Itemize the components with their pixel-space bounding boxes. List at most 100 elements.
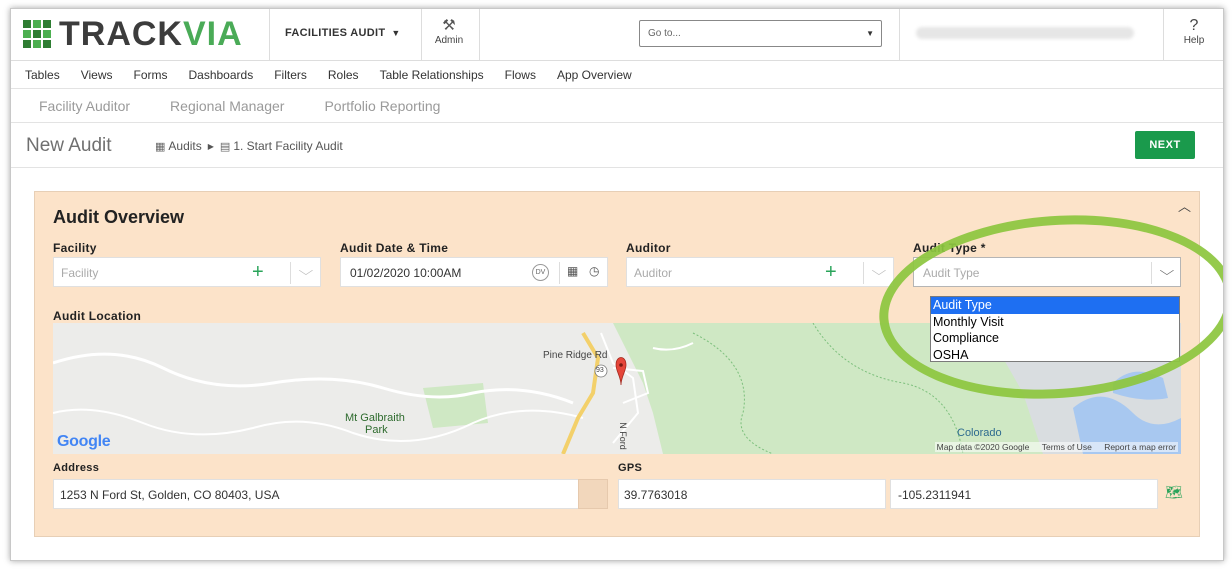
option-compliance[interactable]: Compliance xyxy=(931,330,1179,347)
nav-app-overview[interactable]: App Overview xyxy=(557,68,632,82)
admin-nav: Tables Views Forms Dashboards Filters Ro… xyxy=(11,62,1223,89)
nav-tables[interactable]: Tables xyxy=(25,68,60,82)
divider xyxy=(863,262,864,284)
divider xyxy=(1163,9,1164,61)
audit-date-value: 01/02/2020 10:00AM xyxy=(350,266,462,280)
map-label: Park xyxy=(365,424,388,436)
audit-type-dropdown: Audit Type Monthly Visit Compliance OSHA xyxy=(930,296,1180,362)
gps-lat-input[interactable]: 39.7763018 xyxy=(618,479,886,509)
gps-lng-value: -105.2311941 xyxy=(898,488,972,502)
app-window: TRACKVIA FACILITIES AUDIT ▼ ⚒ Admin Go to… xyxy=(10,8,1224,561)
gps-label: GPS xyxy=(618,462,643,474)
app-name: FACILITIES AUDIT xyxy=(285,27,386,39)
map-label: N Ford xyxy=(617,422,628,450)
report-error-link[interactable]: Report a map error xyxy=(1104,442,1176,452)
chevron-up-icon[interactable]: ︿ xyxy=(1178,196,1191,215)
page-header: New Audit ▦ Audits ▶ ▤ 1. Start Facility… xyxy=(11,124,1223,168)
tab-portfolio-reporting[interactable]: Portfolio Reporting xyxy=(324,98,440,114)
goto-select[interactable]: Go to... ▼ xyxy=(639,20,882,47)
auditor-label: Auditor xyxy=(626,241,671,255)
terms-link[interactable]: Terms of Use xyxy=(1042,442,1092,452)
question-icon: ? xyxy=(1189,17,1199,34)
nav-dashboards[interactable]: Dashboards xyxy=(188,68,253,82)
option-audit-type[interactable]: Audit Type xyxy=(931,297,1179,314)
add-icon[interactable]: + xyxy=(252,261,264,283)
add-icon[interactable]: + xyxy=(825,261,837,283)
address-value: 1253 N Ford St, Golden, CO 80403, USA xyxy=(60,488,280,502)
map-label: Mt Galbraith xyxy=(345,412,405,424)
address-addon xyxy=(578,479,608,509)
role-tabs: Facility Auditor Regional Manager Portfo… xyxy=(11,90,1223,123)
nav-flows[interactable]: Flows xyxy=(505,68,536,82)
audit-type-select[interactable]: Audit Type ⌵ xyxy=(913,257,1181,287)
audit-location-label: Audit Location xyxy=(53,309,142,323)
logo-wordmark: TRACKVIA xyxy=(59,15,243,53)
logo-grid-icon xyxy=(23,20,51,48)
page-title: New Audit xyxy=(26,135,112,156)
admin-button[interactable]: ⚒ Admin xyxy=(423,17,475,46)
clock-icon[interactable]: ◷ xyxy=(589,264,599,278)
trackvia-logo[interactable]: TRACKVIA xyxy=(23,15,243,53)
nav-filters[interactable]: Filters xyxy=(274,68,307,82)
goto-placeholder: Go to... xyxy=(648,28,681,39)
map-attribution: Map data ©2020 Google Terms of Use Repor… xyxy=(934,442,1178,452)
tools-icon: ⚒ xyxy=(442,17,456,34)
map-data-text: Map data ©2020 Google xyxy=(936,442,1030,452)
divider xyxy=(899,9,900,61)
audit-date-field[interactable]: 01/02/2020 10:00AM DV ▦ ◷ xyxy=(340,257,608,287)
divider xyxy=(290,262,291,284)
admin-label: Admin xyxy=(434,35,464,46)
audit-type-label: Audit Type * xyxy=(913,241,986,255)
chevron-down-icon[interactable]: ⌵ xyxy=(1160,263,1175,279)
facility-field[interactable]: Facility + ⌵ xyxy=(53,257,321,287)
divider xyxy=(1151,262,1152,284)
map-route-label: 93 xyxy=(596,367,604,374)
auditor-field[interactable]: Auditor + ⌵ xyxy=(626,257,894,287)
section-title: Audit Overview xyxy=(53,207,185,227)
nav-forms[interactable]: Forms xyxy=(133,68,167,82)
breadcrumb-audits[interactable]: Audits xyxy=(168,139,201,153)
facility-label: Facility xyxy=(53,241,97,255)
option-monthly-visit[interactable]: Monthly Visit xyxy=(931,314,1179,331)
gps-lat-value: 39.7763018 xyxy=(624,488,688,502)
chevron-down-icon[interactable]: ⌵ xyxy=(872,263,887,279)
breadcrumb-form[interactable]: 1. Start Facility Audit xyxy=(233,139,342,153)
divider xyxy=(479,9,480,61)
map-label: Colorado xyxy=(957,427,1002,439)
help-label: Help xyxy=(1183,35,1205,46)
chevron-down-icon[interactable]: ⌵ xyxy=(299,263,314,279)
divider xyxy=(421,9,422,61)
calendar-icon[interactable]: ▦ xyxy=(567,264,578,278)
caret-down-icon: ▼ xyxy=(866,29,874,38)
user-account-blurred[interactable] xyxy=(916,27,1134,39)
top-header: TRACKVIA FACILITIES AUDIT ▼ ⚒ Admin Go to… xyxy=(11,9,1223,61)
map-label: Pine Ridge Rd xyxy=(543,350,608,361)
next-button[interactable]: NEXT xyxy=(1135,131,1195,159)
audit-date-label: Audit Date & Time xyxy=(340,241,449,255)
address-label: Address xyxy=(53,462,100,474)
nav-table-relationships[interactable]: Table Relationships xyxy=(380,68,484,82)
address-input[interactable]: 1253 N Ford St, Golden, CO 80403, USA xyxy=(53,479,579,509)
table-icon: ▦ xyxy=(155,140,166,153)
audit-overview-section: Audit Overview ︿ Facility Facility + ⌵ A… xyxy=(34,191,1200,537)
tab-regional-manager[interactable]: Regional Manager xyxy=(170,98,284,114)
option-osha[interactable]: OSHA xyxy=(931,347,1179,364)
help-button[interactable]: ? Help xyxy=(1165,17,1223,46)
form-icon: ▤ xyxy=(219,140,231,153)
auditor-placeholder: Auditor xyxy=(634,266,673,280)
tab-facility-auditor[interactable]: Facility Auditor xyxy=(39,98,130,114)
divider xyxy=(269,9,270,61)
divider xyxy=(559,262,560,284)
audit-type-placeholder: Audit Type xyxy=(923,266,980,280)
facility-placeholder: Facility xyxy=(61,266,99,280)
gps-lng-input[interactable]: -105.2311941 xyxy=(890,479,1158,509)
breadcrumb: ▦ Audits ▶ ▤ 1. Start Facility Audit xyxy=(155,139,343,153)
app-switcher[interactable]: FACILITIES AUDIT ▼ xyxy=(285,27,401,39)
nav-views[interactable]: Views xyxy=(81,68,113,82)
chevron-right-icon: ▶ xyxy=(207,141,214,151)
dv-badge-icon[interactable]: DV xyxy=(532,264,549,281)
google-logo: Google xyxy=(57,433,111,450)
nav-roles[interactable]: Roles xyxy=(328,68,359,82)
map-icon[interactable]: 🗺 xyxy=(1165,484,1183,501)
caret-down-icon: ▼ xyxy=(391,28,401,38)
